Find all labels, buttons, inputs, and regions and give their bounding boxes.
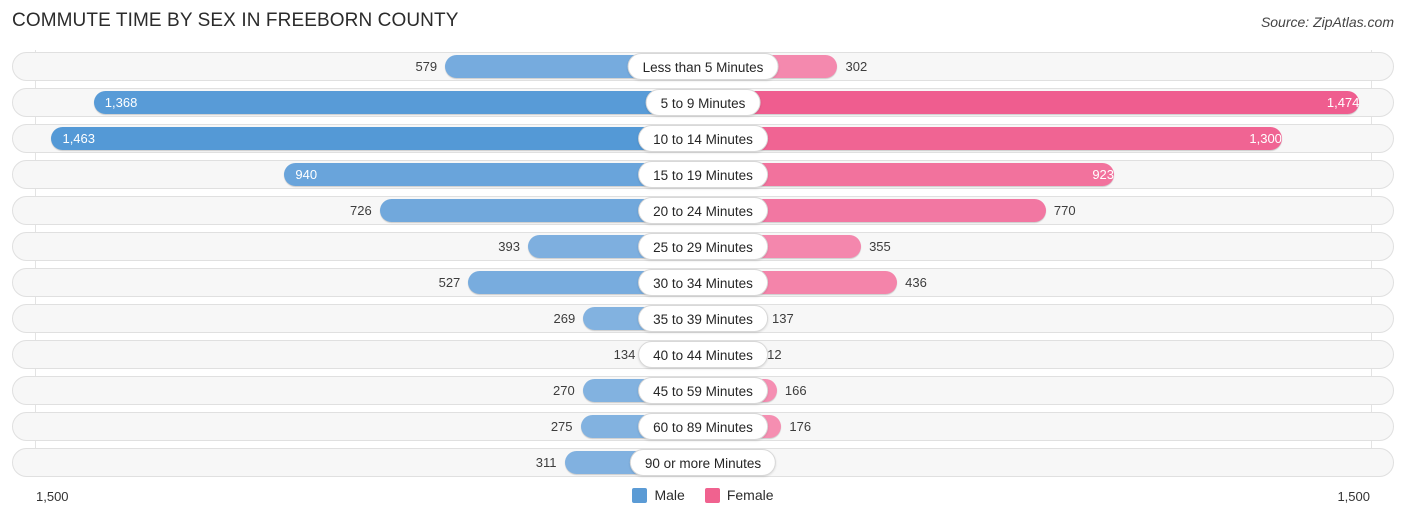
chart-row: 3115290 or more Minutes: [12, 448, 1394, 477]
category-label[interactable]: 35 to 39 Minutes: [638, 305, 768, 332]
page-title: COMMUTE TIME BY SEX IN FREEBORN COUNTY: [12, 10, 459, 31]
chart-row: 275 176 60 to 89 Minutes: [12, 412, 1394, 441]
chart-row: 1,368 1,474 5 to 9 Minutes: [12, 88, 1394, 117]
chart-row: 269 137 35 to 39 Minutes: [12, 304, 1394, 333]
legend-item-male[interactable]: Male: [632, 487, 685, 503]
legend-item-female[interactable]: Female: [704, 487, 774, 503]
bar-value-female: 176: [789, 419, 812, 434]
chart-row: 270 166 45 to 59 Minutes: [12, 376, 1394, 405]
bar-value-male: 527: [438, 275, 461, 290]
category-label[interactable]: 15 to 19 Minutes: [638, 161, 768, 188]
category-label[interactable]: 10 to 14 Minutes: [638, 125, 768, 152]
legend-swatch-female: [704, 487, 720, 503]
bar-value-female: 137: [772, 311, 794, 326]
chart-row: 134 112 40 to 44 Minutes: [12, 340, 1394, 369]
category-label[interactable]: 25 to 29 Minutes: [638, 233, 768, 260]
bar-value-female: 1,300: [1249, 131, 1282, 146]
category-label[interactable]: 30 to 34 Minutes: [638, 269, 768, 296]
bar-value-female: 1,474: [1326, 95, 1360, 110]
legend-swatch-male: [632, 487, 648, 503]
bar-value-female: 770: [1053, 203, 1076, 218]
category-label[interactable]: 60 to 89 Minutes: [638, 413, 768, 440]
bar-value-male: 1,463: [62, 131, 96, 146]
bar-value-female: 166: [784, 383, 807, 398]
bar-value-male: 270: [553, 383, 575, 398]
chart-row: 579 302 Less than 5 Minutes: [12, 52, 1394, 81]
category-label[interactable]: 90 or more Minutes: [629, 449, 777, 476]
legend-label-female: Female: [726, 487, 774, 503]
category-label[interactable]: 45 to 59 Minutes: [638, 377, 768, 404]
bar-value-female: 112: [760, 347, 782, 362]
bar-value-male: 1,368: [104, 95, 138, 110]
chart-row: 940 923 15 to 19 Minutes: [12, 160, 1394, 189]
bar-value-male: 393: [498, 239, 520, 254]
bar-value-female: 436: [905, 275, 927, 290]
bar-value-female: 302: [845, 59, 868, 74]
bar-value-male: 269: [553, 311, 576, 326]
bar-value-male: 579: [415, 59, 438, 74]
chart-row: 726 770 20 to 24 Minutes: [12, 196, 1394, 225]
chart-legend: Male Female: [0, 487, 1406, 503]
chart-row: 527 436 30 to 34 Minutes: [12, 268, 1394, 297]
diverging-bar-chart: 579 302 Less than 5 Minutes 1,368 1,474 5 to …: [0, 50, 1406, 482]
category-label[interactable]: 40 to 44 Minutes: [638, 341, 768, 368]
bar-value-male: 134: [613, 347, 636, 362]
category-label[interactable]: Less than 5 Minutes: [627, 53, 779, 80]
category-label[interactable]: 5 to 9 Minutes: [645, 89, 761, 116]
bar-value-female: 355: [869, 239, 891, 254]
chart-row: 393 355 25 to 29 Minutes: [12, 232, 1394, 261]
source-attribution: Source: ZipAtlas.com: [1260, 14, 1394, 30]
chart-row: 1,463 1,300 10 to 14 Minutes: [12, 124, 1394, 153]
category-label[interactable]: 20 to 24 Minutes: [638, 197, 768, 224]
bar-value-male: 726: [349, 203, 372, 218]
bar-value-male: 275: [550, 419, 573, 434]
legend-label-male: Male: [654, 487, 685, 503]
bar-value-male: 311: [535, 455, 557, 470]
